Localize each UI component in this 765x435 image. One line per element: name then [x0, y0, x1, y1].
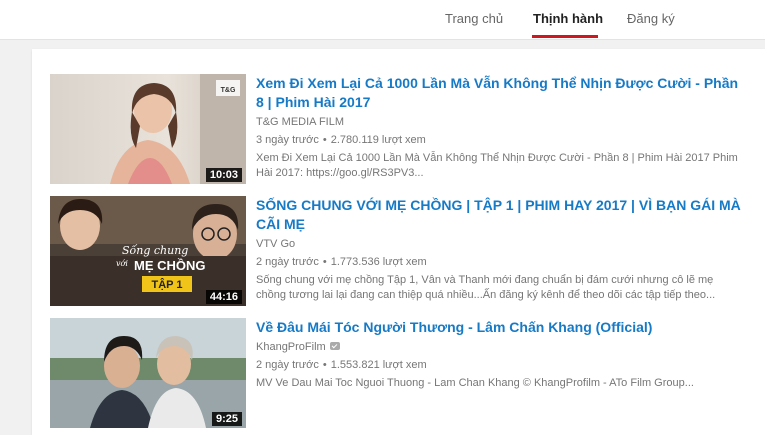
video-thumbnail[interactable]: T&G 10:03: [50, 74, 246, 184]
channel-name[interactable]: KhangProFilm: [256, 340, 746, 355]
thumbnail-caption: với: [116, 259, 128, 268]
channel-label: KhangProFilm: [256, 341, 326, 353]
upload-age: 2 ngày trước: [256, 359, 319, 371]
channel-name[interactable]: T&G MEDIA FILM: [256, 115, 746, 130]
video-title[interactable]: SỐNG CHUNG VỚI MẸ CHỒNG | TẬP 1 | PHIM H…: [256, 196, 746, 234]
thumbnail-caption: MẸ CHỒNG: [134, 258, 206, 273]
video-duration: 9:25: [211, 412, 242, 426]
channel-name[interactable]: VTV Go: [256, 237, 746, 252]
top-navigation: Trang chủ Thịnh hành Đăng ký: [0, 0, 765, 40]
thumbnail-episode-badge: TẬP 1: [152, 278, 183, 291]
view-count: 2.780.119 lượt xem: [330, 134, 426, 146]
video-duration: 10:03: [205, 168, 242, 182]
video-item: Sống chung với MẸ CHỒNG TẬP 1 44:16 SỐNG…: [50, 196, 750, 306]
video-description: MV Ve Dau Mai Toc Nguoi Thuong - Lam Cha…: [256, 377, 694, 389]
video-description: Xem Đi Xem Lại Cả 1000 Lần Mà Vẫn Không …: [256, 152, 738, 179]
video-thumbnail[interactable]: 9:25: [50, 318, 246, 428]
verified-badge-icon: [329, 342, 340, 351]
trending-video-list: T&G 10:03 Xem Đi Xem Lại Cả 1000 Lần Mà …: [32, 49, 765, 435]
video-info: Về Đâu Mái Tóc Người Thương - Lâm Chấn K…: [256, 318, 746, 391]
video-thumbnail[interactable]: Sống chung với MẸ CHỒNG TẬP 1 44:16: [50, 196, 246, 306]
tab-subscriptions[interactable]: Đăng ký: [627, 11, 675, 26]
video-item: 9:25 Về Đâu Mái Tóc Người Thương - Lâm C…: [50, 318, 750, 428]
video-title[interactable]: Xem Đi Xem Lại Cả 1000 Lần Mà Vẫn Không …: [256, 74, 746, 112]
upload-age: 3 ngày trước: [256, 134, 319, 146]
video-title[interactable]: Về Đâu Mái Tóc Người Thương - Lâm Chấn K…: [256, 318, 746, 337]
active-tab-indicator: [532, 35, 598, 38]
tab-home[interactable]: Trang chủ: [445, 11, 503, 26]
tab-trending[interactable]: Thịnh hành: [533, 11, 603, 26]
video-item: T&G 10:03 Xem Đi Xem Lại Cả 1000 Lần Mà …: [50, 74, 750, 184]
video-info: SỐNG CHUNG VỚI MẸ CHỒNG | TẬP 1 | PHIM H…: [256, 196, 746, 303]
video-meta: 3 ngày trước • 2.780.119 lượt xem: [256, 134, 426, 146]
view-count: 1.553.821 lượt xem: [330, 359, 427, 371]
view-count: 1.773.536 lượt xem: [330, 256, 427, 268]
thumbnail-caption: Sống chung: [122, 244, 188, 257]
video-meta: 2 ngày trước • 1.553.821 lượt xem: [256, 359, 427, 371]
upload-age: 2 ngày trước: [256, 256, 319, 268]
video-duration: 44:16: [205, 290, 242, 304]
thumbnail-logo: T&G: [221, 87, 236, 94]
video-description: Sống chung với mẹ chồng Tập 1, Vân và Th…: [256, 274, 716, 301]
video-meta: 2 ngày trước • 1.773.536 lượt xem: [256, 256, 427, 268]
video-info: Xem Đi Xem Lại Cả 1000 Lần Mà Vẫn Không …: [256, 74, 746, 181]
